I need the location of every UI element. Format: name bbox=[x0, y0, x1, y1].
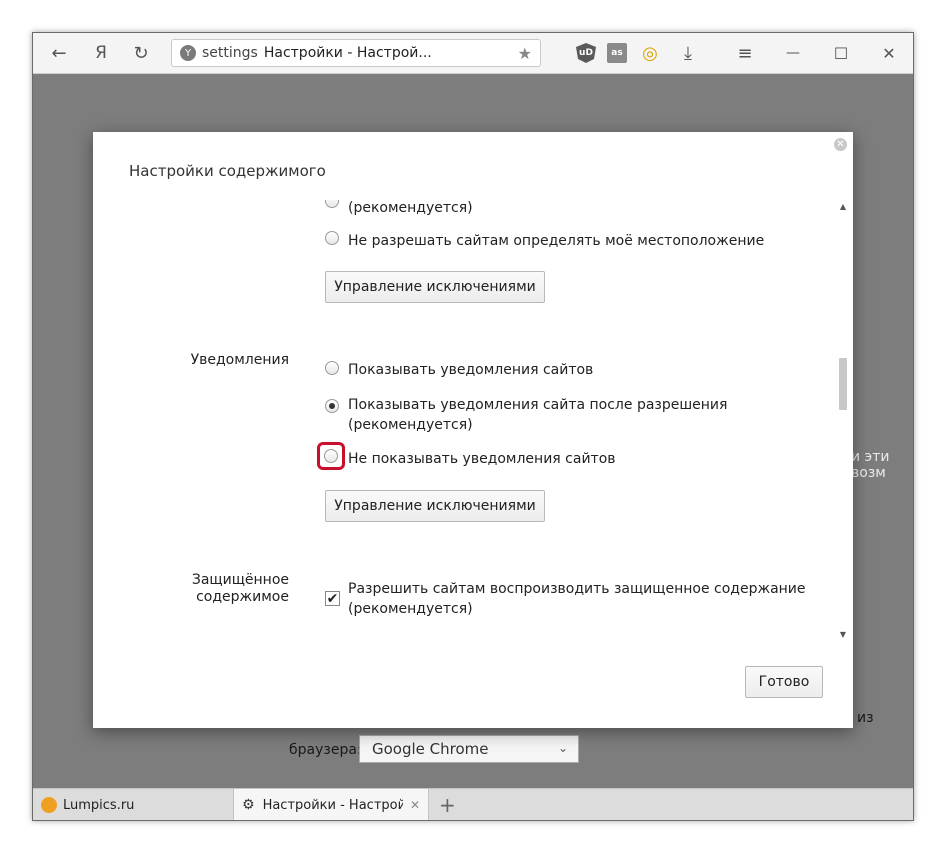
address-host: settings bbox=[202, 45, 258, 61]
location-radio-deny[interactable] bbox=[325, 231, 339, 245]
download-icon[interactable]: ⤓ bbox=[670, 33, 706, 73]
notifications-option-ask-tail: (рекомендуется) bbox=[348, 417, 473, 433]
reload-button[interactable]: ↻ bbox=[123, 33, 159, 73]
protected-section-label: Защищённое содержимое bbox=[163, 572, 289, 606]
tab-lumpics[interactable]: Lumpics.ru bbox=[33, 789, 233, 820]
tab-settings[interactable]: ⚙ Настройки - Настройки ✕ bbox=[233, 789, 429, 820]
bookmark-star-icon[interactable]: ★ bbox=[518, 44, 532, 63]
gear-icon: ⚙ bbox=[242, 797, 255, 813]
tab-title: Настройки - Настройки bbox=[262, 797, 403, 813]
location-deny-label: Не разрешать сайтам определять моё место… bbox=[348, 233, 765, 249]
address-bar[interactable]: Y settings Настройки - Настрой... ★ bbox=[171, 39, 541, 67]
done-button[interactable]: Готово bbox=[745, 666, 823, 698]
notifications-exceptions-button[interactable]: Управление исключениями bbox=[325, 490, 545, 522]
minimize-button[interactable]: — bbox=[775, 33, 811, 73]
target-icon[interactable]: ◎ bbox=[640, 43, 660, 64]
tab-close-icon[interactable]: ✕ bbox=[410, 798, 420, 812]
notifications-radio-block[interactable] bbox=[324, 449, 338, 463]
notifications-option-show: Показывать уведомления сайтов bbox=[348, 362, 594, 378]
lastfm-icon[interactable]: as bbox=[607, 43, 627, 63]
location-radio-recommended[interactable] bbox=[325, 200, 339, 208]
back-button[interactable]: ← bbox=[41, 33, 77, 73]
bg-text-fragment: и эти возм bbox=[851, 449, 890, 481]
content-settings-dialog: Настройки содержимого ✕ (рекомендуется) … bbox=[93, 132, 853, 728]
protected-content-label: Разрешить сайтам воспроизводить защищенн… bbox=[348, 581, 806, 597]
dialog-title: Настройки содержимого bbox=[129, 162, 326, 180]
notifications-radio-show[interactable] bbox=[325, 361, 339, 375]
dialog-scrollbar[interactable]: ▲ ▼ bbox=[837, 200, 849, 640]
yandex-logo-button[interactable]: Я bbox=[83, 33, 119, 73]
menu-icon[interactable]: ≡ bbox=[727, 33, 763, 73]
location-exceptions-button[interactable]: Управление исключениями bbox=[325, 271, 545, 303]
ublock-icon[interactable]: uD bbox=[576, 43, 596, 63]
protected-content-checkbox[interactable]: ✔ bbox=[325, 591, 340, 606]
notifications-radio-ask[interactable] bbox=[325, 399, 339, 413]
chevron-down-icon: ⌄ bbox=[557, 741, 568, 755]
close-window-button[interactable]: ✕ bbox=[871, 33, 907, 73]
protected-content-tail: (рекомендуется) bbox=[348, 601, 473, 617]
check-icon: ✔ bbox=[326, 590, 339, 607]
tab-title: Lumpics.ru bbox=[63, 797, 135, 813]
location-recommended-tail: (рекомендуется) bbox=[348, 200, 473, 216]
notifications-section-label: Уведомления bbox=[190, 352, 289, 368]
bg-text-fragment-2: из bbox=[857, 710, 874, 726]
default-browser-value: Google Chrome bbox=[372, 740, 489, 758]
lumpics-favicon-icon bbox=[41, 797, 57, 813]
notifications-option-ask: Показывать уведомления сайта после разре… bbox=[348, 397, 728, 413]
new-tab-button[interactable]: + bbox=[435, 789, 465, 820]
browser-toolbar: ← Я ↻ Y settings Настройки - Настрой... … bbox=[33, 33, 913, 74]
default-browser-select[interactable]: Google Chrome ⌄ bbox=[359, 735, 579, 763]
scrollbar-thumb[interactable] bbox=[839, 358, 847, 410]
maximize-button[interactable]: ☐ bbox=[823, 33, 859, 73]
dialog-scroll-area: (рекомендуется) Не разрешать сайтам опре… bbox=[93, 200, 833, 640]
scroll-up-arrow-icon[interactable]: ▲ bbox=[837, 200, 849, 212]
tab-bar: Lumpics.ru ⚙ Настройки - Настройки ✕ + bbox=[33, 788, 913, 820]
yandex-browser-icon: Y bbox=[180, 45, 196, 61]
address-title: Настройки - Настрой... bbox=[263, 45, 432, 61]
protected-label-line1: Защищённое bbox=[191, 572, 289, 588]
close-icon[interactable]: ✕ bbox=[834, 138, 847, 151]
protected-label-line2: содержимое bbox=[196, 589, 289, 605]
notifications-option-block: Не показывать уведомления сайтов bbox=[348, 451, 616, 467]
browser-window: ← Я ↻ Y settings Настройки - Настрой... … bbox=[32, 32, 914, 821]
browser-select-label: браузера: bbox=[289, 742, 362, 758]
scroll-down-arrow-icon[interactable]: ▼ bbox=[837, 628, 849, 640]
